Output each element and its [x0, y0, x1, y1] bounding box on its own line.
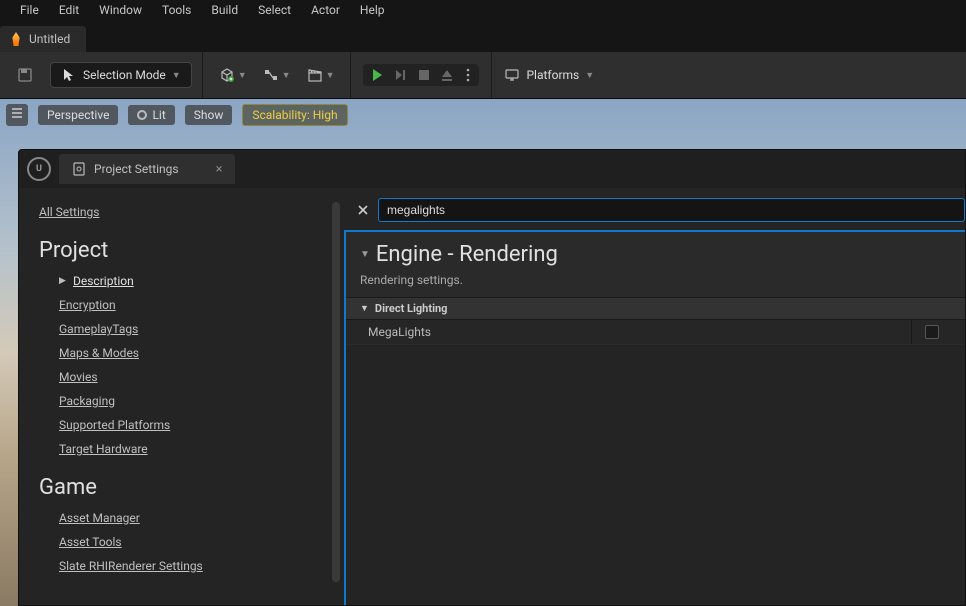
step-button[interactable] [393, 67, 409, 83]
sidebar-item-movies[interactable]: Movies [59, 365, 332, 389]
nodes-icon [263, 67, 279, 83]
viewport[interactable]: Perspective Lit Show Scalability: High U… [0, 99, 966, 606]
add-content-button[interactable]: ▼ [215, 63, 251, 87]
sidebar-item-maps-modes[interactable]: Maps & Modes [59, 341, 332, 365]
close-icon[interactable]: × [216, 162, 223, 177]
menu-edit[interactable]: Edit [49, 3, 89, 17]
lit-dropdown[interactable]: Lit [128, 105, 174, 125]
radio-icon [137, 110, 147, 120]
settings-content: ▼ Engine - Rendering Rendering settings.… [344, 188, 965, 605]
main-menu-bar: File Edit Window Tools Build Select Acto… [0, 0, 966, 20]
viewport-toolbar: Perspective Lit Show Scalability: High [0, 99, 966, 131]
property-row-megalights: MegaLights [346, 320, 965, 345]
project-settings-window: U Project Settings × All Settings Projec… [18, 149, 966, 606]
platforms-label: Platforms [526, 68, 579, 82]
sidebar-item-supported-platforms[interactable]: Supported Platforms [59, 413, 332, 437]
lit-label: Lit [152, 108, 165, 122]
settings-tab-label: Project Settings [94, 162, 179, 176]
viewport-menu-button[interactable] [6, 104, 28, 126]
cube-plus-icon [219, 67, 235, 83]
scalability-pill[interactable]: Scalability: High [242, 104, 347, 126]
tab-untitled[interactable]: Untitled [0, 26, 86, 52]
sidebar-group-game: Game [39, 475, 332, 500]
platforms-dropdown[interactable]: Platforms ▼ [504, 67, 594, 83]
play-controls [363, 64, 479, 86]
megalights-checkbox[interactable] [925, 325, 939, 339]
detail-title: Engine - Rendering [376, 242, 558, 267]
settings-detail-panel: ▼ Engine - Rendering Rendering settings.… [344, 230, 965, 605]
sidebar-item-encryption[interactable]: Encryption [59, 293, 332, 317]
sidebar-all-settings[interactable]: All Settings [39, 200, 332, 224]
hamburger-icon [11, 107, 23, 119]
sidebar-item-packaging[interactable]: Packaging [59, 389, 332, 413]
sidebar-item-slate-rhi[interactable]: Slate RHIRenderer Settings [59, 554, 332, 578]
triangle-right-icon: ▶ [59, 276, 69, 286]
stop-button[interactable] [417, 68, 431, 82]
sidebar-item-asset-manager[interactable]: Asset Manager [59, 506, 332, 530]
category-label: Direct Lighting [375, 302, 448, 315]
sidebar-group-project: Project [39, 238, 332, 263]
play-button[interactable] [369, 67, 385, 83]
sidebar-scrollbar[interactable] [332, 202, 340, 582]
chevron-down-icon: ▼ [326, 70, 335, 81]
cinematics-button[interactable]: ▼ [303, 63, 339, 87]
tab-label: Untitled [29, 32, 70, 46]
chevron-down-icon: ▼ [172, 70, 181, 81]
menu-file[interactable]: File [10, 3, 49, 17]
sidebar-item-gameplaytags[interactable]: GameplayTags [59, 317, 332, 341]
perspective-dropdown[interactable]: Perspective [38, 105, 118, 125]
settings-titlebar: U Project Settings × [19, 150, 965, 188]
property-label: MegaLights [360, 325, 911, 339]
clapperboard-icon [307, 67, 323, 83]
flame-icon [10, 32, 22, 46]
sidebar-item-description[interactable]: Description [73, 269, 134, 293]
menu-select[interactable]: Select [248, 3, 301, 17]
settings-sidebar: All Settings Project ▶ Description Encryp… [19, 188, 344, 605]
sidebar-item-asset-tools[interactable]: Asset Tools [59, 530, 332, 554]
chevron-down-icon: ▼ [238, 70, 247, 81]
unreal-logo-icon: U [27, 157, 51, 181]
document-tabbar: Untitled [0, 20, 966, 52]
play-options-button[interactable] [463, 67, 473, 83]
monitor-icon [504, 67, 520, 83]
menu-window[interactable]: Window [89, 3, 152, 17]
triangle-down-icon: ▼ [360, 303, 369, 314]
detail-category-row[interactable]: ▼ Direct Lighting [346, 297, 965, 320]
blueprint-button[interactable]: ▼ [259, 63, 295, 87]
main-toolbar: Selection Mode ▼ ▼ ▼ ▼ Platforms [0, 52, 966, 99]
chevron-down-icon: ▼ [282, 70, 291, 81]
chevron-down-icon: ▼ [585, 70, 594, 81]
settings-doc-icon [71, 161, 87, 177]
sidebar-item-target-hardware[interactable]: Target Hardware [59, 437, 332, 461]
triangle-down-icon[interactable]: ▼ [360, 249, 370, 260]
cursor-icon [61, 67, 77, 83]
selection-mode-dropdown[interactable]: Selection Mode ▼ [50, 62, 192, 88]
eject-button[interactable] [439, 67, 455, 83]
mode-label: Selection Mode [83, 68, 166, 82]
settings-search-input[interactable] [378, 198, 965, 222]
menu-tools[interactable]: Tools [152, 3, 201, 17]
save-icon[interactable] [0, 67, 50, 83]
menu-help[interactable]: Help [350, 3, 395, 17]
show-dropdown[interactable]: Show [185, 105, 233, 125]
menu-build[interactable]: Build [201, 3, 248, 17]
settings-tab[interactable]: Project Settings × [59, 154, 235, 184]
x-icon [357, 204, 369, 216]
menu-actor[interactable]: Actor [301, 3, 350, 17]
detail-subtitle: Rendering settings. [360, 273, 951, 287]
search-clear-button[interactable] [354, 201, 372, 219]
